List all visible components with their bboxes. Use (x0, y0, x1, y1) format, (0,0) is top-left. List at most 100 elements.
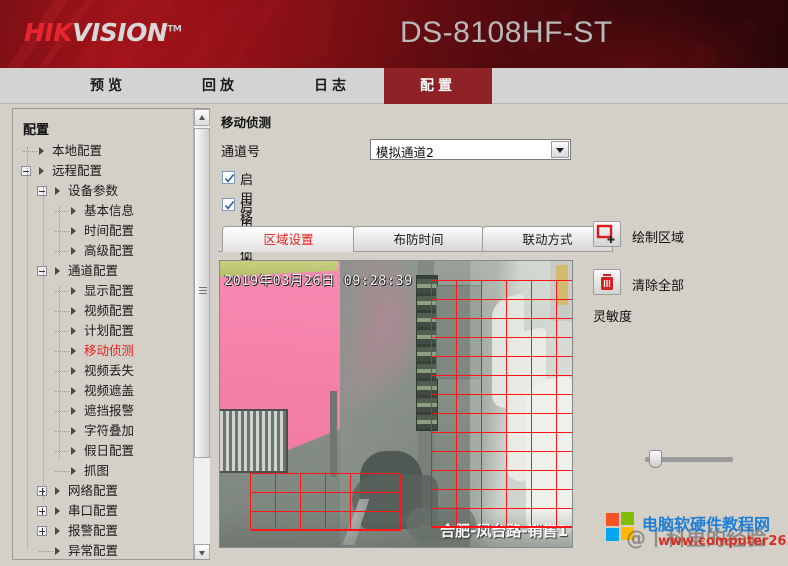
motion-grid-cell[interactable] (532, 357, 557, 376)
motion-grid-cell[interactable] (557, 452, 572, 471)
motion-grid-cell[interactable] (457, 433, 482, 452)
scrollbar-thumb[interactable] (194, 128, 210, 458)
chevron-right-icon[interactable] (71, 387, 76, 395)
chevron-right-icon[interactable] (71, 447, 76, 455)
motion-grid-cell[interactable] (432, 395, 457, 414)
motion-grid-cell[interactable] (457, 281, 482, 300)
chevron-right-icon[interactable] (55, 507, 60, 515)
motion-grid-cell[interactable] (482, 300, 507, 319)
chevron-right-icon[interactable] (71, 347, 76, 355)
motion-grid-cell[interactable] (457, 452, 482, 471)
motion-grid-cell[interactable] (432, 376, 457, 395)
video-preview-panel[interactable]: 2019年03月26日 09:28:39 合肥-凤台路-销售1 (219, 260, 573, 548)
sidebar-item-6[interactable]: 通道配置 (13, 261, 191, 281)
motion-grid-cell[interactable] (457, 300, 482, 319)
motion-grid-cell[interactable] (251, 493, 276, 512)
sidebar-item-7[interactable]: 显示配置 (13, 281, 191, 301)
expand-icon[interactable] (37, 506, 47, 516)
motion-grid-cell[interactable] (457, 357, 482, 376)
chevron-right-icon[interactable] (55, 527, 60, 535)
motion-grid-cell[interactable] (351, 493, 376, 512)
collapse-icon[interactable] (37, 186, 47, 196)
chevron-right-icon[interactable] (71, 287, 76, 295)
motion-grid-cell[interactable] (557, 509, 572, 528)
expand-icon[interactable] (37, 486, 47, 496)
channel-select[interactable]: 模拟通道2 (370, 139, 571, 160)
sidebar-item-2[interactable]: 设备参数 (13, 181, 191, 201)
chevron-down-icon[interactable] (551, 141, 569, 158)
sensitivity-slider-thumb[interactable] (648, 450, 662, 468)
chevron-right-icon[interactable] (55, 267, 60, 275)
motion-grid-cell[interactable] (301, 493, 326, 512)
motion-grid-cell[interactable] (507, 338, 532, 357)
scroll-up-button[interactable] (194, 109, 210, 126)
motion-grid-cell[interactable] (557, 490, 572, 509)
sidebar-item-4[interactable]: 时间配置 (13, 221, 191, 241)
motion-grid-cell[interactable] (507, 509, 532, 528)
nav-tab-log[interactable]: 日志 (288, 68, 376, 104)
chevron-right-icon[interactable] (39, 167, 44, 175)
motion-grid-cell[interactable] (532, 338, 557, 357)
motion-grid-cell[interactable] (557, 433, 572, 452)
motion-grid-cell[interactable] (432, 319, 457, 338)
motion-grid-cell[interactable] (376, 474, 401, 493)
motion-grid-cell[interactable] (457, 376, 482, 395)
tab-arming-schedule[interactable]: 布防时间 (353, 226, 484, 252)
motion-grid-cell[interactable] (432, 414, 457, 433)
motion-grid-cell[interactable] (507, 357, 532, 376)
motion-grid-cell[interactable] (457, 490, 482, 509)
clear-all-button[interactable] (593, 269, 621, 295)
motion-grid-cell[interactable] (482, 338, 507, 357)
tab-area-settings[interactable]: 区域设置 (222, 226, 355, 252)
motion-grid-cell[interactable] (507, 376, 532, 395)
motion-grid-cell[interactable] (482, 281, 507, 300)
chevron-right-icon[interactable] (71, 307, 76, 315)
motion-grid-cell[interactable] (507, 452, 532, 471)
motion-grid-cell[interactable] (532, 281, 557, 300)
motion-grid-cell[interactable] (557, 338, 572, 357)
motion-grid-cell[interactable] (457, 338, 482, 357)
chevron-right-icon[interactable] (71, 227, 76, 235)
motion-grid-cell[interactable] (557, 376, 572, 395)
motion-grid-cell[interactable] (532, 414, 557, 433)
motion-grid-cell[interactable] (326, 512, 351, 531)
chevron-right-icon[interactable] (39, 147, 44, 155)
motion-grid-cell[interactable] (432, 471, 457, 490)
motion-grid-cell[interactable] (432, 281, 457, 300)
motion-grid-cell[interactable] (507, 414, 532, 433)
sidebar-item-3[interactable]: 基本信息 (13, 201, 191, 221)
motion-grid-cell[interactable] (557, 471, 572, 490)
motion-grid-cell[interactable] (457, 395, 482, 414)
motion-grid-cell[interactable] (557, 281, 572, 300)
sidebar-item-17[interactable]: 网络配置 (13, 481, 191, 501)
motion-grid-cell[interactable] (532, 395, 557, 414)
draw-area-button[interactable] (593, 221, 621, 247)
sidebar-item-13[interactable]: 遮挡报警 (13, 401, 191, 421)
motion-grid-cell[interactable] (532, 376, 557, 395)
motion-grid-cell[interactable] (557, 319, 572, 338)
collapse-icon[interactable] (21, 166, 31, 176)
motion-grid-cell[interactable] (376, 493, 401, 512)
motion-grid-cell[interactable] (482, 471, 507, 490)
motion-grid-cell[interactable] (557, 300, 572, 319)
sidebar-item-15[interactable]: 假日配置 (13, 441, 191, 461)
motion-grid-cell[interactable] (507, 471, 532, 490)
chevron-right-icon[interactable] (71, 327, 76, 335)
chevron-right-icon[interactable] (55, 547, 60, 555)
motion-grid-cell[interactable] (301, 512, 326, 531)
chevron-right-icon[interactable] (71, 247, 76, 255)
chevron-right-icon[interactable] (71, 407, 76, 415)
motion-grid-cell[interactable] (507, 395, 532, 414)
motion-grid-cell[interactable] (482, 509, 507, 528)
motion-grid-cell[interactable] (557, 395, 572, 414)
motion-grid-cell[interactable] (276, 493, 301, 512)
motion-grid-cell[interactable] (482, 452, 507, 471)
motion-grid-cell[interactable] (482, 357, 507, 376)
nav-tab-configuration[interactable]: 配置 (384, 68, 492, 104)
chevron-right-icon[interactable] (71, 467, 76, 475)
sidebar-item-5[interactable]: 高级配置 (13, 241, 191, 261)
motion-grid-cell[interactable] (432, 452, 457, 471)
sidebar-item-11[interactable]: 视频丢失 (13, 361, 191, 381)
motion-grid-cell[interactable] (532, 319, 557, 338)
motion-grid-cell[interactable] (482, 433, 507, 452)
